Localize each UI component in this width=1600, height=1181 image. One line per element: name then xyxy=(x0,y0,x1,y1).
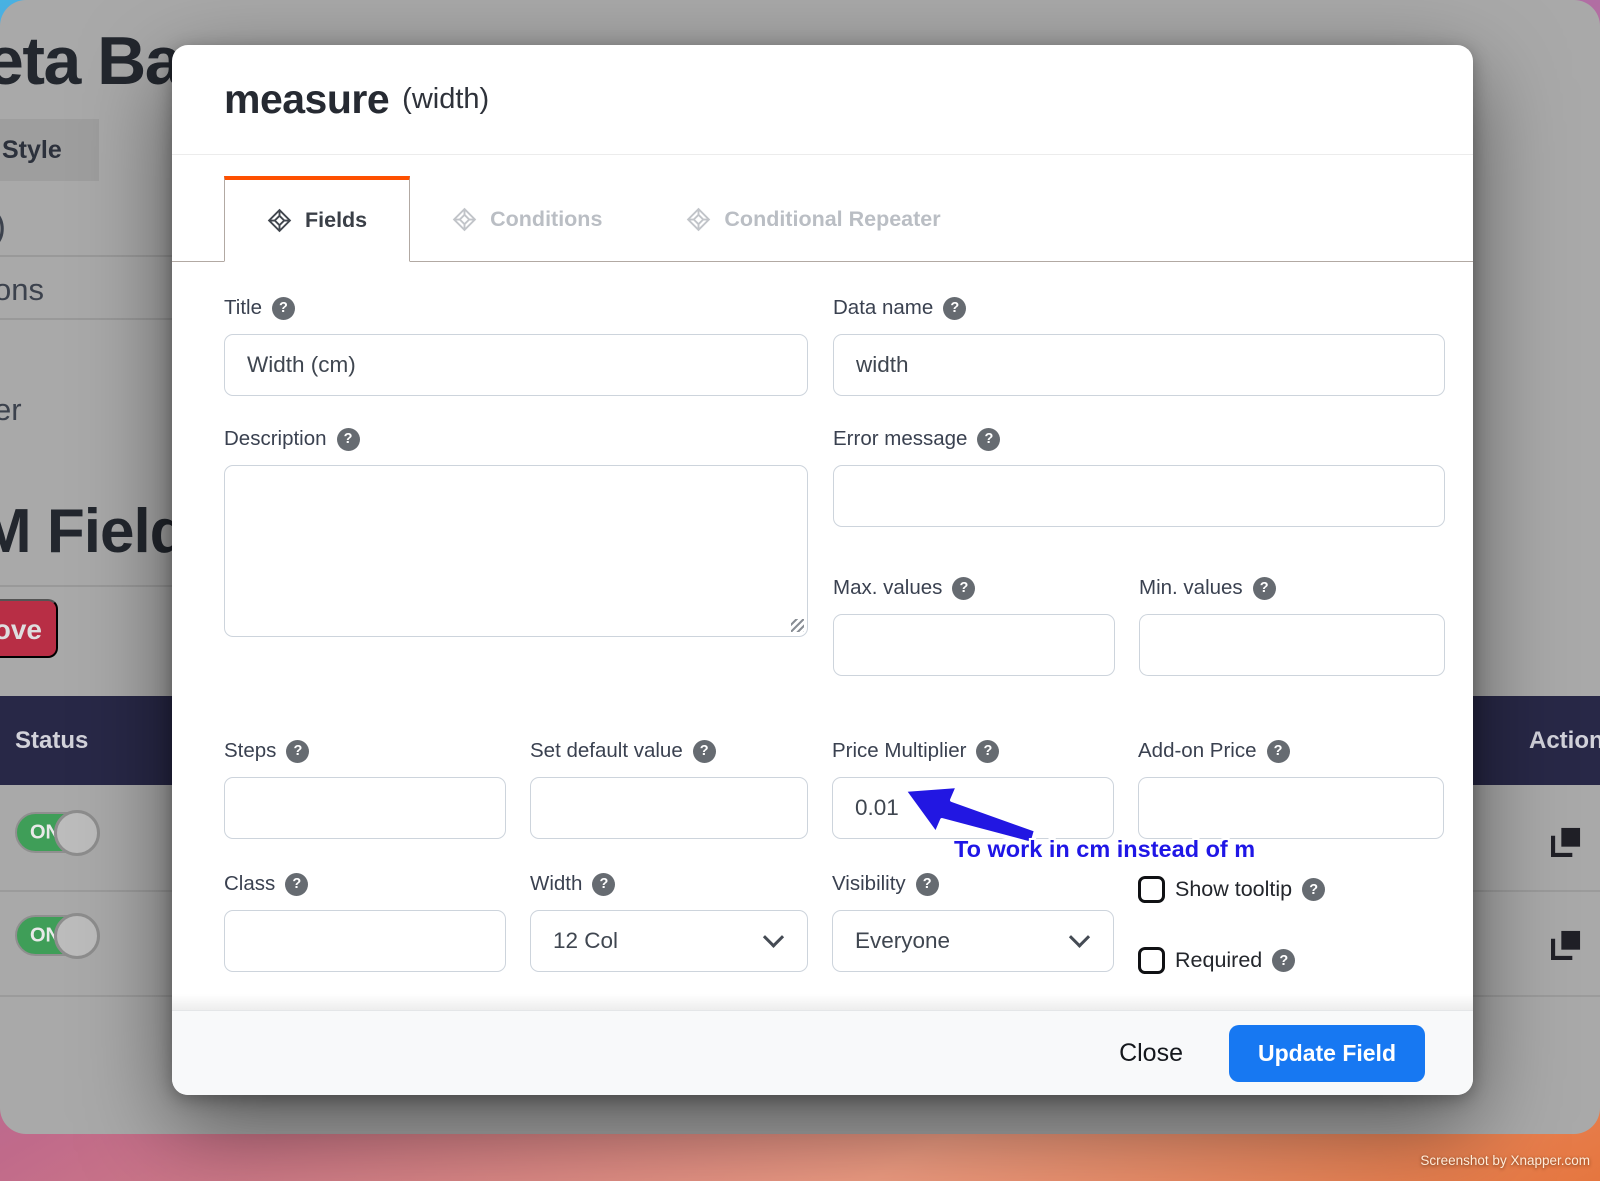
class-input[interactable] xyxy=(224,910,506,972)
error-message-label: Error message ? xyxy=(833,426,1445,452)
watermark: Screenshot by Xnapper.com xyxy=(1420,1153,1590,1168)
required-row: Required ? xyxy=(1138,947,1444,974)
field-edit-modal: measure (width) Fields Conditions Condit… xyxy=(172,45,1473,1095)
annotation-text: To work in cm instead of m xyxy=(954,836,1284,863)
visibility-select-value: Everyone xyxy=(855,928,950,954)
divider xyxy=(0,318,172,320)
help-icon[interactable]: ? xyxy=(976,740,999,763)
set-default-value-input[interactable] xyxy=(530,777,808,839)
tab-label: Conditions xyxy=(490,207,602,232)
toggle-knob xyxy=(54,913,100,959)
help-icon[interactable]: ? xyxy=(693,740,716,763)
modal-tabs: Fields Conditions Conditional Repeater xyxy=(172,155,1473,262)
help-icon[interactable]: ? xyxy=(1253,577,1276,600)
steps-input[interactable] xyxy=(224,777,506,839)
scroll-shadow xyxy=(172,994,1473,1010)
steps-label: Steps ? xyxy=(224,738,506,764)
description-label: Description ? xyxy=(224,426,808,452)
width-label: Width ? xyxy=(530,871,808,897)
modal-body: Title ? Data name ? Description ? xyxy=(172,262,1473,974)
modal-footer: Close Update Field xyxy=(172,1010,1473,1095)
help-icon[interactable]: ? xyxy=(1302,878,1325,901)
toggle-knob xyxy=(54,810,100,856)
list-item: ) xyxy=(0,205,6,247)
box-icon xyxy=(452,207,477,232)
title-label: Title ? xyxy=(224,295,808,321)
help-icon[interactable]: ? xyxy=(952,577,975,600)
remove-button[interactable]: ove xyxy=(0,599,58,658)
visibility-select[interactable]: Everyone xyxy=(832,910,1114,972)
duplicate-icon[interactable] xyxy=(1551,826,1582,857)
required-checkbox[interactable] xyxy=(1138,947,1165,974)
help-icon[interactable]: ? xyxy=(337,428,360,451)
help-icon[interactable]: ? xyxy=(977,428,1000,451)
tab-conditions[interactable]: Conditions xyxy=(410,176,644,262)
modal-header: measure (width) xyxy=(172,45,1473,155)
width-select[interactable]: 12 Col xyxy=(530,910,808,972)
data-name-input[interactable] xyxy=(833,334,1445,396)
tab-label: Fields xyxy=(305,208,367,233)
help-icon[interactable]: ? xyxy=(1267,740,1290,763)
addon-price-input[interactable] xyxy=(1138,777,1444,839)
divider xyxy=(0,255,172,257)
box-icon xyxy=(686,207,711,232)
list-item: er xyxy=(0,392,22,428)
tab-label: Conditional Repeater xyxy=(724,207,940,232)
set-default-value-label: Set default value ? xyxy=(530,738,808,764)
show-tooltip-checkbox[interactable] xyxy=(1138,876,1165,903)
price-multiplier-label: Price Multiplier ? xyxy=(832,738,1114,764)
tab-style[interactable]: Style xyxy=(0,119,99,181)
help-icon[interactable]: ? xyxy=(272,297,295,320)
max-values-label: Max. values ? xyxy=(833,575,1115,601)
help-icon[interactable]: ? xyxy=(286,740,309,763)
show-tooltip-label: Show tooltip xyxy=(1175,877,1292,902)
min-values-input[interactable] xyxy=(1139,614,1445,676)
min-values-label: Min. values ? xyxy=(1139,575,1445,601)
help-icon[interactable]: ? xyxy=(592,873,615,896)
tab-fields[interactable]: Fields xyxy=(224,176,410,262)
description-textarea[interactable] xyxy=(224,465,808,637)
help-icon[interactable]: ? xyxy=(1272,949,1295,972)
update-field-button[interactable]: Update Field xyxy=(1229,1025,1425,1082)
help-icon[interactable]: ? xyxy=(285,873,308,896)
status-toggle[interactable]: ON xyxy=(15,812,99,853)
row-divider xyxy=(1455,890,1600,892)
chevron-down-icon xyxy=(763,926,784,947)
row-divider xyxy=(0,890,172,892)
status-column-header: Status xyxy=(0,696,172,785)
help-icon[interactable]: ? xyxy=(916,873,939,896)
action-column-header: Action xyxy=(1455,696,1600,785)
modal-title-suffix: (width) xyxy=(402,83,489,116)
price-multiplier-input[interactable] xyxy=(832,777,1114,839)
show-tooltip-row: Show tooltip ? xyxy=(1138,876,1444,903)
box-icon xyxy=(267,208,292,233)
help-icon[interactable]: ? xyxy=(943,297,966,320)
row-divider xyxy=(0,995,172,997)
modal-title: measure xyxy=(224,76,389,123)
title-input[interactable] xyxy=(224,334,808,396)
width-select-value: 12 Col xyxy=(553,928,618,954)
visibility-label: Visibility ? xyxy=(832,871,1114,897)
data-name-label: Data name ? xyxy=(833,295,1445,321)
list-item: ons xyxy=(0,272,44,308)
class-label: Class ? xyxy=(224,871,506,897)
resize-grip-icon[interactable] xyxy=(791,619,804,632)
error-message-input[interactable] xyxy=(833,465,1445,527)
divider xyxy=(0,585,172,587)
chevron-down-icon xyxy=(1069,926,1090,947)
max-values-input[interactable] xyxy=(833,614,1115,676)
close-button[interactable]: Close xyxy=(1119,1039,1183,1068)
duplicate-icon[interactable] xyxy=(1551,929,1582,960)
tab-conditional-repeater[interactable]: Conditional Repeater xyxy=(644,176,982,262)
row-divider xyxy=(1455,995,1600,997)
status-toggle[interactable]: ON xyxy=(15,915,99,956)
addon-price-label: Add-on Price ? xyxy=(1138,738,1444,764)
required-label: Required xyxy=(1175,948,1262,973)
